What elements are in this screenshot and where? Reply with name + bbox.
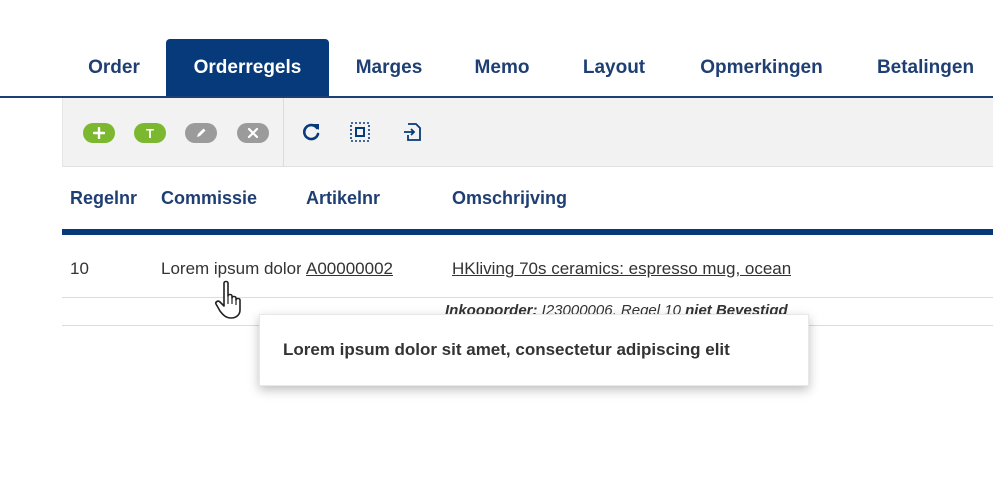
tab-opmerkingen[interactable]: Opmerkingen <box>676 39 847 97</box>
hand-cursor-icon <box>215 280 241 319</box>
column-header-omschrijving[interactable]: Omschrijving <box>452 188 567 209</box>
omschrijving-link[interactable]: HKliving 70s ceramics: espresso mug, oce… <box>452 259 791 279</box>
x-icon <box>247 127 259 139</box>
column-header-regelnr[interactable]: Regelnr <box>70 188 137 209</box>
tab-order[interactable]: Order <box>62 39 166 97</box>
refresh-icon <box>303 123 320 141</box>
row-divider <box>62 297 993 298</box>
export-icon <box>404 123 421 141</box>
column-header-commissie[interactable]: Commissie <box>161 188 257 209</box>
cell-regelnr: 10 <box>70 259 89 278</box>
table-header-bar <box>62 229 993 235</box>
plus-icon <box>93 127 105 139</box>
tab-memo[interactable]: Memo <box>453 39 551 97</box>
tab-marges[interactable]: Marges <box>335 39 443 97</box>
select-all-icon <box>350 122 370 142</box>
tab-layout[interactable]: Layout <box>562 39 666 97</box>
refresh-button[interactable] <box>299 120 323 144</box>
tab-orderregels[interactable]: Orderregels <box>166 39 329 97</box>
artikelnr-link[interactable]: A00000002 <box>306 259 393 279</box>
cell-commissie[interactable]: Lorem ipsum dolor sit amet, consectetur … <box>161 259 301 279</box>
tooltip: Lorem ipsum dolor sit amet, consectetur … <box>259 314 809 386</box>
text-button[interactable]: T <box>134 123 166 143</box>
column-header-artikelnr[interactable]: Artikelnr <box>306 188 380 209</box>
toolbar: T <box>62 98 993 167</box>
select-all-button[interactable] <box>348 120 372 144</box>
tooltip-text: Lorem ipsum dolor sit amet, consectetur … <box>283 340 730 359</box>
pencil-icon <box>197 128 206 137</box>
add-button[interactable] <box>83 123 115 143</box>
toolbar-separator <box>283 98 284 167</box>
tab-bar: Order Orderregels Marges Memo Layout Opm… <box>0 0 993 98</box>
export-button[interactable] <box>401 120 425 144</box>
edit-button[interactable] <box>185 123 217 143</box>
text-button-label: T <box>146 125 154 141</box>
tab-betalingen[interactable]: Betalingen <box>858 39 993 97</box>
delete-button[interactable] <box>237 123 269 143</box>
